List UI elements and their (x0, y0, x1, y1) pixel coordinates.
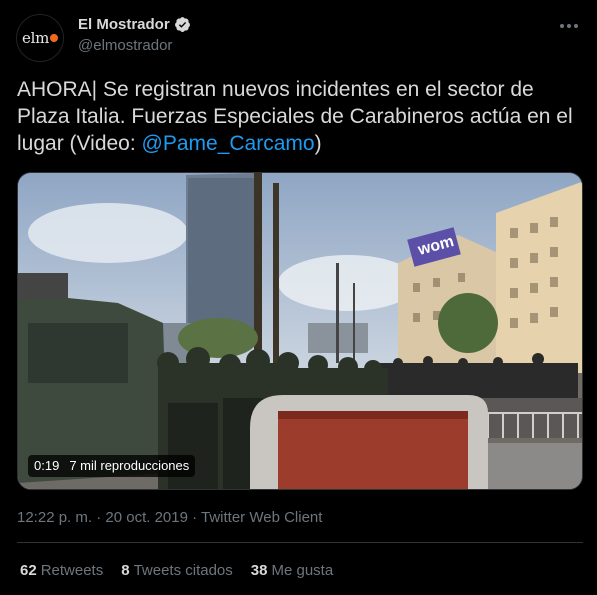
tweet-timestamp[interactable]: 12:22 p. m. · 20 oct. 2019 · Twitter Web… (17, 509, 322, 526)
avatar-logo-text: elm (22, 29, 49, 47)
likes-count: 38 (250, 562, 268, 579)
retweets-stat[interactable]: 62 Retweets (20, 562, 103, 579)
retweets-count: 62 (20, 562, 37, 579)
quotes-stat[interactable]: 8 Tweets citados (121, 562, 233, 579)
quotes-count: 8 (121, 562, 130, 579)
video-views: 7 mil reproducciones (69, 458, 190, 473)
engagement-stats: 62 Retweets 8 Tweets citados 38 Me gusta (20, 562, 333, 579)
more-options-icon (560, 24, 578, 28)
avatar[interactable]: elm (16, 14, 64, 62)
author-handle[interactable]: @elmostrador (78, 37, 172, 54)
display-name[interactable]: El Mostrador (78, 16, 170, 33)
avatar-logo-dot (50, 34, 58, 42)
likes-stat[interactable]: 38 Me gusta (251, 562, 333, 579)
video-player[interactable]: wom 0:19 7 mil reproducciones (17, 172, 583, 490)
tweet-card: elm El Mostrador @elmostrador AHORA| Se … (0, 0, 597, 595)
quotes-label: Tweets citados (133, 562, 233, 579)
more-options-button[interactable] (555, 12, 583, 40)
video-frame: wom (18, 173, 582, 489)
video-stats-badge: 0:19 7 mil reproducciones (28, 455, 196, 477)
author-name-row: El Mostrador (78, 16, 191, 33)
retweets-label: Retweets (40, 562, 104, 579)
video-duration: 0:19 (34, 458, 60, 473)
tweet-text: AHORA| Se registran nuevos incidentes en… (17, 76, 583, 157)
mention-link[interactable]: @Pame_Carcamo (142, 132, 315, 155)
tweet-body-end: ) (314, 132, 322, 155)
divider (17, 542, 583, 543)
verified-badge-icon (174, 17, 190, 32)
likes-label: Me gusta (271, 562, 334, 579)
